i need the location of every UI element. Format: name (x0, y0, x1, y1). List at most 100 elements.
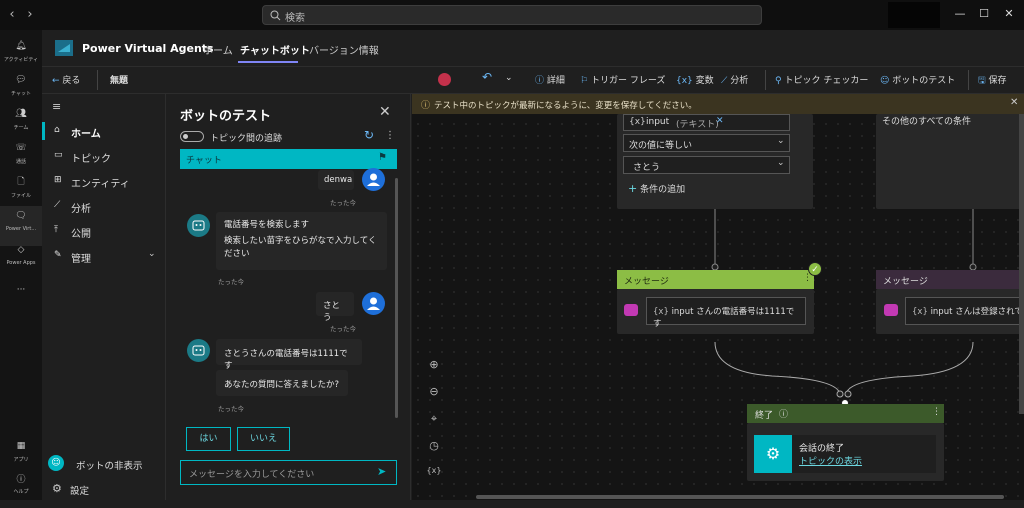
test-pane-title: ボットのテスト (180, 109, 272, 124)
tab-version[interactable]: バージョン情報 (309, 42, 379, 57)
close-icon[interactable]: ✕ (379, 104, 391, 120)
divider (765, 70, 766, 90)
trigger-phrases-button[interactable]: ⚐ トリガー フレーズ (580, 73, 665, 86)
account-area[interactable] (888, 2, 940, 28)
topic-checker-button[interactable]: ⚲ トピック チェッカー (775, 73, 868, 86)
tab-home[interactable]: ホーム (203, 42, 233, 57)
message-node[interactable]: {x} input さんの電話番号は1111です (617, 289, 814, 334)
suggested-action-yes[interactable]: はい (186, 427, 231, 451)
maximize-icon[interactable]: ☐ (976, 6, 992, 22)
more-options-icon[interactable]: ⋮ (385, 130, 395, 141)
horizontal-scrollbar[interactable] (476, 495, 1004, 499)
zoom-in-icon[interactable]: ⊕ (426, 358, 442, 374)
fit-view-icon[interactable]: ⌖ (426, 412, 442, 428)
suggested-action-no[interactable]: いいえ (237, 427, 290, 451)
more-options-icon[interactable]: ⋮ (932, 407, 941, 417)
end-node-header[interactable]: 終了 ⓘ ⋮ (747, 404, 944, 423)
home-icon: ⌂ (54, 125, 60, 135)
variable-icon: {x} (912, 307, 928, 317)
variable-icon: {x} (629, 117, 646, 127)
close-icon[interactable]: ✕ (1001, 6, 1017, 22)
search-input[interactable]: 検索 (262, 5, 762, 25)
chevron-down-icon[interactable]: ⌄ (505, 73, 513, 83)
upload-icon: ⤒ (54, 225, 58, 235)
hide-bot-button[interactable]: ボットの非表示 (76, 458, 143, 472)
end-node[interactable]: ⚙ 会話の終了 トピックの表示 (747, 423, 944, 481)
chat-tab[interactable]: チャット ⚑ (180, 149, 397, 169)
details-label: 詳細 (546, 76, 565, 86)
nav-label: トピック (71, 154, 111, 165)
value-dropdown[interactable]: さとう ⌄ (623, 156, 790, 174)
gear-icon[interactable]: ⚙ (52, 482, 62, 495)
details-button[interactable]: ⓘ 詳細 (535, 73, 565, 86)
zoom-out-icon[interactable]: ⊖ (426, 385, 442, 401)
nav-item-publish[interactable]: ⤒ 公開 (42, 220, 166, 242)
message-node-header[interactable]: メッセージ ⋮ (617, 270, 814, 289)
nav-item-manage[interactable]: ✎ 管理 ⌄ (42, 245, 166, 267)
test-bot-button[interactable]: ☺ ボットのテスト (880, 73, 955, 86)
chat-icon: 💬︎ (15, 75, 27, 85)
refresh-icon[interactable]: ↻ (364, 128, 374, 142)
history-icon[interactable]: ◷ (426, 439, 442, 455)
variables-label: 変数 (695, 76, 714, 86)
nav-item-entities[interactable]: ⊞ エンティティ (42, 170, 166, 192)
checker-icon: ⚲ (775, 76, 782, 86)
search-icon (270, 10, 281, 21)
bell-icon: 🔔︎ (15, 41, 27, 51)
add-condition-button[interactable]: + 条件の追加 (628, 182, 685, 195)
undo-icon[interactable]: ↶ (482, 70, 492, 84)
nav-item-home[interactable]: ⌂ ホーム (42, 120, 166, 142)
message-text: 電話番号を検索します (224, 220, 310, 230)
remove-icon[interactable]: ✕ (716, 116, 724, 126)
minimize-icon[interactable]: — (952, 6, 968, 22)
variables-panel-icon[interactable]: {x} (426, 466, 442, 482)
tab-chatbot[interactable]: チャットボット (240, 42, 310, 57)
nav-item-topics[interactable]: ▭ トピック (42, 145, 166, 167)
chat-scrollbar[interactable] (395, 178, 398, 418)
rail-item-help[interactable]: ⓘ ヘルプ (0, 468, 42, 508)
forward-arrow-icon[interactable]: › (22, 6, 38, 24)
save-label: 保存 (988, 76, 1007, 86)
variable-field[interactable]: {x} input (テキスト) ✕ (623, 114, 790, 131)
rail-item-powerapps[interactable]: ◇ Power Apps (0, 240, 42, 280)
message-icon (624, 304, 638, 316)
error-icon[interactable] (438, 73, 451, 86)
message-input[interactable]: メッセージを入力してください ➤ (180, 460, 397, 485)
info-icon: ⓘ (779, 410, 789, 420)
topics-icon: ▭ (54, 150, 63, 160)
more-apps-button[interactable]: ··· (0, 280, 42, 320)
variable-type: (テキスト) (676, 120, 719, 130)
back-button[interactable]: ← 戻る (52, 73, 80, 86)
analytics-button[interactable]: ⟋ 分析 (721, 73, 748, 86)
view-topic-link[interactable]: トピックの表示 (799, 454, 862, 467)
vertical-scrollbar[interactable] (1019, 114, 1024, 414)
chevron-down-icon: ⌄ (777, 136, 785, 146)
variable-icon: {x} (676, 76, 693, 86)
wrench-icon: ✎ (54, 250, 62, 260)
track-toggle[interactable] (180, 131, 204, 142)
user-message: denwa (318, 170, 354, 190)
nav-item-analytics[interactable]: ⟋ 分析 (42, 195, 166, 217)
message-node-header[interactable]: メッセージ (876, 270, 1024, 289)
hamburger-icon[interactable]: ≡ (52, 100, 61, 113)
nav-label: ホーム (71, 129, 101, 140)
variables-button[interactable]: {x} 変数 (676, 73, 714, 86)
other-conditions-node[interactable]: その他のすべての条件 (876, 114, 1024, 209)
send-icon[interactable]: ➤ (377, 465, 386, 478)
close-icon[interactable]: ✕ (1010, 97, 1018, 108)
save-button[interactable]: 🖫 保存 (978, 73, 1007, 89)
analytics-icon: ⟋ (54, 200, 61, 210)
chart-icon: ⟋ (721, 76, 728, 86)
rail-label: アプリ (13, 457, 29, 463)
message-node[interactable]: {x} input さんは登録されて (876, 289, 1024, 334)
settings-button[interactable]: 設定 (70, 483, 89, 497)
analytics-label: 分析 (730, 76, 749, 86)
nav-label: エンティティ (71, 179, 130, 190)
trigger-label: トリガー フレーズ (590, 76, 666, 86)
timestamp: たった今 (218, 405, 244, 413)
operator-dropdown[interactable]: 次の値に等しい ⌄ (623, 134, 790, 152)
back-arrow-icon[interactable]: ‹ (4, 6, 20, 24)
bot-message: 電話番号を検索します 検索したい苗字をひらがなで入力してください (216, 212, 387, 270)
user-message: さとう (316, 292, 354, 323)
end-conversation-card: ⚙ 会話の終了 トピックの表示 (754, 435, 936, 473)
